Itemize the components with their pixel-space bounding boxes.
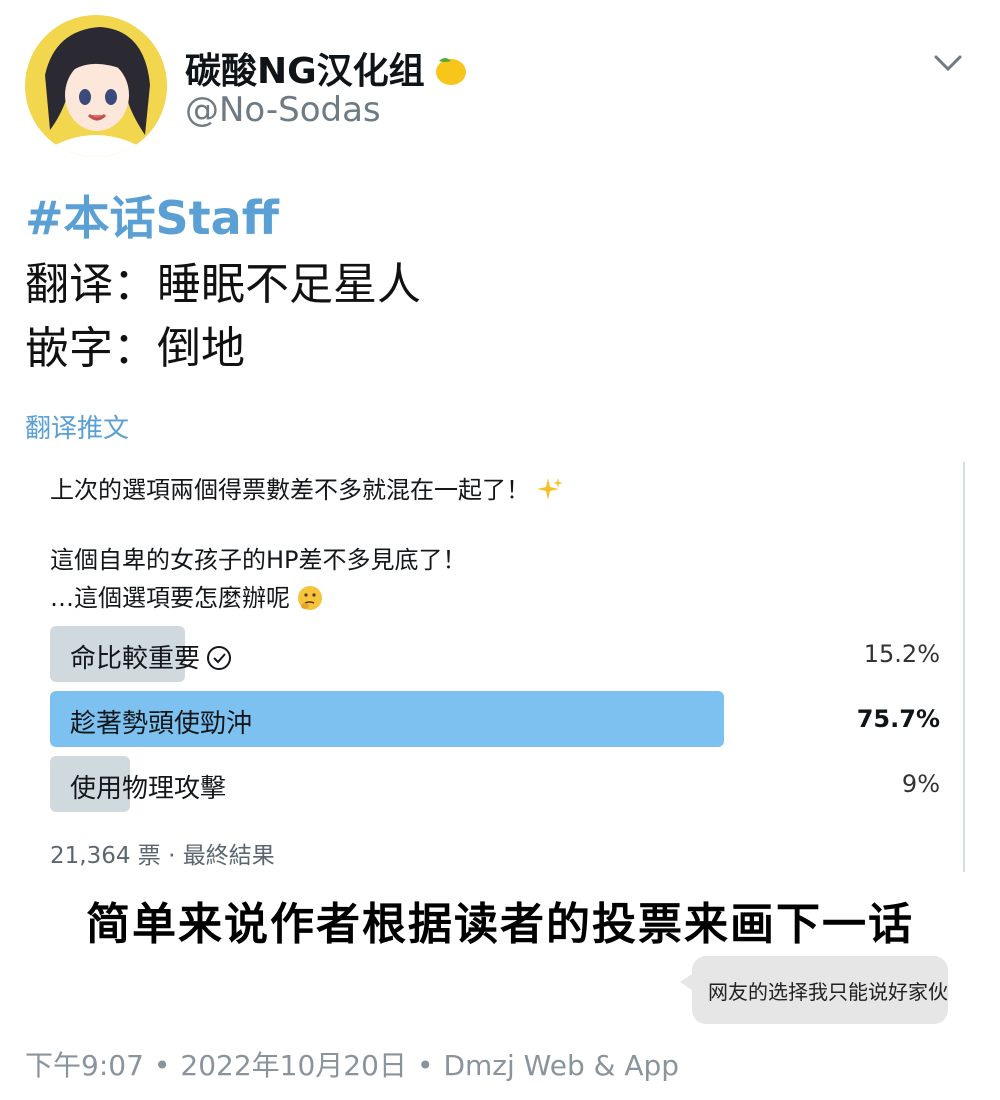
display-name-text: 碳酸NG汉化组: [185, 51, 425, 92]
user-handle[interactable]: @No-Sodas: [185, 90, 381, 130]
comment-bubble: 网友的选择我只能说好家伙: [680, 956, 948, 1024]
timestamp-bar: 下午9:07 • 2022年10月20日 • Dmzj Web & App: [25, 1044, 679, 1084]
credit-translation: 翻译：睡眠不足星人: [25, 259, 421, 310]
poll-footer: 21,364 票 · 最終結果: [50, 843, 275, 869]
poll-question-text: …這個選項要怎麼辦呢: [50, 584, 290, 612]
translate-tweet-link[interactable]: 翻译推文: [25, 408, 129, 445]
poll-percent: 9%: [901, 770, 940, 798]
poll-question-line-2: …這個選項要怎麼辦呢: [50, 578, 324, 613]
tweet-date[interactable]: 2022年10月20日: [180, 1049, 407, 1082]
check-circle-icon: [207, 646, 232, 670]
poll-option-2[interactable]: 趁著勢頭使勁沖 75.7%: [50, 691, 940, 747]
avatar[interactable]: [25, 15, 167, 157]
sparkles-icon: [537, 478, 563, 500]
poll-percent: 75.7%: [856, 705, 940, 733]
poll-percent: 15.2%: [863, 640, 940, 668]
thinking-face-icon: [298, 586, 322, 610]
poll-option-label: 趁著勢頭使勁沖: [70, 709, 253, 739]
lemon-emoji-icon: [435, 58, 466, 85]
separator-dot: •: [416, 1049, 434, 1082]
poll-option-3[interactable]: 使用物理攻擊 9%: [50, 756, 940, 812]
caption-overlay: 简单来说作者根据读者的投票来画下一话: [86, 899, 914, 950]
poll-intro-text: 上次的選項兩個得票數差不多就混在一起了！: [50, 470, 564, 505]
poll-option-text: 命比較重要: [70, 644, 201, 674]
credit-typeset: 嵌字：倒地: [25, 323, 245, 374]
anime-girl-avatar-icon: [25, 15, 167, 157]
poll-intro-line: 上次的選項兩個得票數差不多就混在一起了！: [50, 476, 530, 504]
tweet-source[interactable]: Dmzj Web & App: [443, 1049, 679, 1082]
poll-option-1[interactable]: 命比較重要 15.2%: [50, 626, 940, 682]
hashtag-link[interactable]: #本话Staff: [25, 182, 279, 248]
poll-option-label: 使用物理攻擊: [70, 774, 227, 804]
poll-option-label: 命比較重要: [70, 638, 232, 675]
separator-dot: •: [153, 1049, 171, 1082]
poll-question-line-1: 這個自卑的女孩子的HP差不多見底了！: [50, 546, 467, 574]
chevron-down-icon[interactable]: [930, 48, 966, 78]
comment-bubble-text: 网友的选择我只能说好家伙: [708, 980, 948, 1004]
tweet-time[interactable]: 下午9:07: [25, 1049, 144, 1082]
display-name[interactable]: 碳酸NG汉化组: [185, 42, 469, 94]
quote-divider: [963, 462, 965, 872]
